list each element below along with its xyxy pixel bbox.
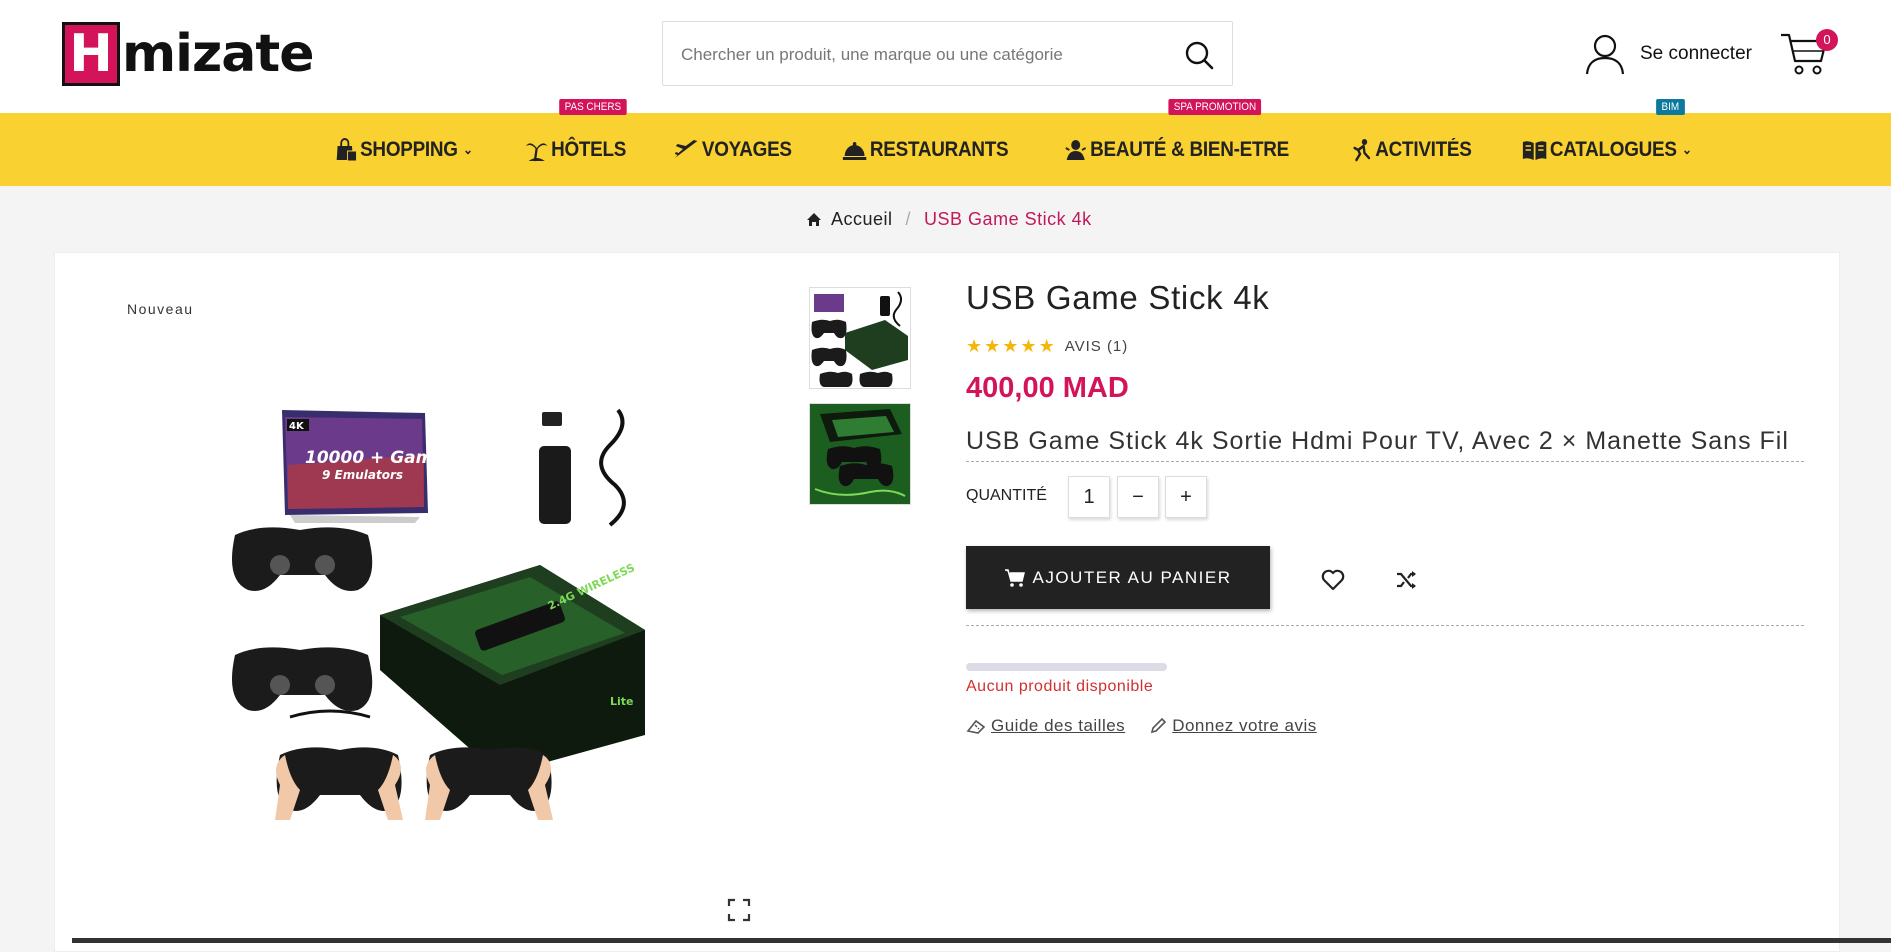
shopping-bag-icon [336,137,357,161]
nav-badge: BIM [1656,98,1685,115]
star-icon: ★ [1020,335,1037,357]
nav-label: CATALOGUES [1549,137,1677,161]
product-description: USB Game Stick 4k Sortie Hdmi Pour TV, A… [966,427,1804,462]
product-thumbnail[interactable] [809,287,911,389]
product-price: 400,00 MAD [966,372,1129,404]
nav-label: RESTAURANTS [870,137,1009,161]
nav-item-hotels[interactable]: PAS CHERS HÔTELS [525,98,627,162]
cart-count-badge: 0 [1816,29,1838,51]
availability-text: Aucun produit disponible [966,678,1154,695]
quantity-decrement-button[interactable]: − [1117,476,1159,518]
shuffle-icon[interactable] [1395,569,1417,591]
nav-label: VOYAGES [702,137,793,161]
add-to-cart-button[interactable]: AJOUTER AU PANIER [966,546,1270,609]
pencil-icon [1151,717,1167,734]
climbing-icon [1353,138,1371,161]
breadcrumb-current: USB Game Stick 4k [924,208,1092,229]
product-main-image[interactable]: 4K 10000 + Games 9 Emulators 2.4G WIRELE… [230,405,650,820]
heart-icon[interactable] [1321,569,1345,591]
spa-icon [1065,139,1087,160]
cart-icon [1004,568,1025,587]
search-input[interactable] [681,40,1161,70]
account-label: Se connecter [1640,43,1752,64]
thumbnail-image [810,404,910,504]
bottom-bar [72,938,1891,943]
thumbnail-image [811,291,908,387]
star-icon: ★ [966,335,983,357]
product-links: Guide des tailles Donnez votre avis [966,716,1317,736]
quantity-label: QUANTITÉ [966,487,1047,504]
search-bar [662,21,1233,86]
nav-item-activites[interactable]: ACTIVITÉS [1351,138,1472,162]
airplane-icon [675,139,698,158]
user-icon [1585,34,1625,75]
image-4k-text: 4K [289,421,305,432]
nav-label: HÔTELS [551,137,627,161]
nav-item-restaurants[interactable]: RESTAURANTS [842,137,1009,162]
nav-badge: SPA PROMOTION [1168,98,1262,115]
new-flag: Nouveau [127,301,194,317]
product-title: USB Game Stick 4k [966,279,1270,316]
availability-bar [966,663,1167,671]
logo-mark: H [62,22,120,86]
breadcrumb: Accueil / USB Game Stick 4k [806,207,1092,231]
book-icon [1522,140,1547,160]
palm-tree-icon [525,142,548,161]
reviews-count[interactable]: AVIS (1) [1065,338,1129,355]
fullscreen-icon[interactable] [727,898,751,922]
site-logo[interactable]: H mizate [62,22,314,86]
image-lite-text: Lite [610,695,634,708]
cloche-icon [843,141,867,160]
main-nav: SHOPPING ⌄ PAS CHERS HÔTELS VOYAGES REST… [0,98,1891,186]
site-header: H mizate Se connecter 0 [0,0,1891,113]
chevron-down-icon: ⌄ [463,141,473,157]
quantity-input[interactable]: 1 [1068,476,1110,518]
breadcrumb-home[interactable]: Accueil [806,209,893,230]
account-link[interactable]: Se connecter [1584,32,1752,76]
chevron-down-icon: ⌄ [1682,141,1692,157]
product-thumbnail[interactable] [809,403,911,505]
star-icon: ★ [1002,335,1019,357]
nav-item-catalogues[interactable]: BIM CATALOGUES ⌄ [1522,98,1692,162]
logo-text: mizate [122,24,314,84]
image-games-text: 10000 + Games [305,448,455,468]
nav-item-beaute[interactable]: SPA PROMOTION BEAUTÉ & BIEN-ETRE [1064,98,1290,162]
star-icon: ★ [984,335,1001,357]
image-emulators-text: 9 Emulators [322,468,403,482]
search-icon[interactable] [1184,40,1214,70]
nav-label: SHOPPING [360,137,458,161]
write-review-link[interactable]: Donnez votre avis [1149,716,1317,736]
size-guide-link[interactable]: Guide des tailles [966,716,1125,736]
home-icon [807,212,821,226]
rating-stars[interactable]: ★ ★ ★ ★ ★ AVIS (1) [966,335,1129,357]
nav-item-voyages[interactable]: VOYAGES [674,138,792,162]
star-icon: ★ [1038,335,1055,357]
breadcrumb-separator: / [905,208,912,229]
nav-item-shopping[interactable]: SHOPPING ⌄ [334,138,473,162]
nav-label: ACTIVITÉS [1375,137,1472,161]
ruler-icon [966,719,986,734]
quantity-increment-button[interactable]: + [1165,476,1207,518]
nav-badge: PAS CHERS [559,98,627,115]
nav-label: BEAUTÉ & BIEN-ETRE [1090,137,1290,161]
divider [966,625,1804,626]
